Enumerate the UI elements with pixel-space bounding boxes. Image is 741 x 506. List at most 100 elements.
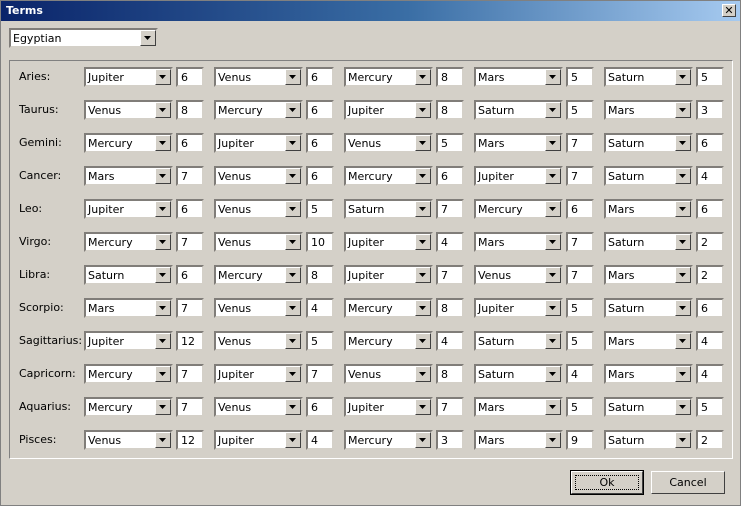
- chevron-down-icon[interactable]: [545, 399, 561, 415]
- chevron-down-icon[interactable]: [155, 267, 171, 283]
- planet-dropdown[interactable]: Jupiter: [214, 430, 303, 450]
- degrees-field[interactable]: 2: [696, 430, 724, 450]
- planet-dropdown[interactable]: Saturn: [604, 166, 693, 186]
- degrees-field[interactable]: 5: [696, 397, 724, 417]
- chevron-down-icon[interactable]: [155, 201, 171, 217]
- degrees-field[interactable]: 2: [696, 232, 724, 252]
- degrees-field[interactable]: 6: [176, 265, 204, 285]
- planet-dropdown[interactable]: Mercury: [344, 430, 433, 450]
- degrees-field[interactable]: 6: [566, 199, 594, 219]
- term-system-dropdown[interactable]: Egyptian: [9, 28, 158, 48]
- degrees-field[interactable]: 4: [436, 232, 464, 252]
- degrees-field[interactable]: 5: [436, 133, 464, 153]
- planet-dropdown[interactable]: Mars: [474, 397, 563, 417]
- degrees-field[interactable]: 7: [176, 298, 204, 318]
- planet-dropdown[interactable]: Mars: [604, 100, 693, 120]
- degrees-field[interactable]: 8: [436, 100, 464, 120]
- degrees-field[interactable]: 4: [306, 298, 334, 318]
- chevron-down-icon[interactable]: [415, 399, 431, 415]
- chevron-down-icon[interactable]: [140, 30, 156, 46]
- planet-dropdown[interactable]: Jupiter: [344, 100, 433, 120]
- planet-dropdown[interactable]: Mercury: [84, 364, 173, 384]
- planet-dropdown[interactable]: Jupiter: [214, 133, 303, 153]
- degrees-field[interactable]: 7: [566, 166, 594, 186]
- planet-dropdown[interactable]: Saturn: [474, 331, 563, 351]
- degrees-field[interactable]: 3: [696, 100, 724, 120]
- planet-dropdown[interactable]: Venus: [84, 430, 173, 450]
- degrees-field[interactable]: 7: [176, 166, 204, 186]
- chevron-down-icon[interactable]: [675, 366, 691, 382]
- degrees-field[interactable]: 8: [436, 67, 464, 87]
- degrees-field[interactable]: 2: [696, 265, 724, 285]
- degrees-field[interactable]: 7: [436, 199, 464, 219]
- chevron-down-icon[interactable]: [415, 69, 431, 85]
- planet-dropdown[interactable]: Venus: [214, 298, 303, 318]
- planet-dropdown[interactable]: Jupiter: [344, 397, 433, 417]
- degrees-field[interactable]: 5: [566, 67, 594, 87]
- chevron-down-icon[interactable]: [545, 432, 561, 448]
- chevron-down-icon[interactable]: [675, 300, 691, 316]
- degrees-field[interactable]: 7: [176, 232, 204, 252]
- planet-dropdown[interactable]: Saturn: [84, 265, 173, 285]
- chevron-down-icon[interactable]: [545, 267, 561, 283]
- degrees-field[interactable]: 4: [566, 364, 594, 384]
- chevron-down-icon[interactable]: [545, 201, 561, 217]
- planet-dropdown[interactable]: Jupiter: [84, 199, 173, 219]
- planet-dropdown[interactable]: Venus: [344, 364, 433, 384]
- degrees-field[interactable]: 7: [176, 364, 204, 384]
- degrees-field[interactable]: 5: [566, 397, 594, 417]
- degrees-field[interactable]: 6: [306, 166, 334, 186]
- planet-dropdown[interactable]: Mercury: [214, 100, 303, 120]
- chevron-down-icon[interactable]: [285, 201, 301, 217]
- degrees-field[interactable]: 5: [566, 100, 594, 120]
- chevron-down-icon[interactable]: [675, 333, 691, 349]
- chevron-down-icon[interactable]: [545, 168, 561, 184]
- degrees-field[interactable]: 6: [176, 133, 204, 153]
- degrees-field[interactable]: 5: [696, 67, 724, 87]
- chevron-down-icon[interactable]: [415, 300, 431, 316]
- degrees-field[interactable]: 6: [306, 133, 334, 153]
- degrees-field[interactable]: 6: [696, 298, 724, 318]
- planet-dropdown[interactable]: Venus: [214, 397, 303, 417]
- degrees-field[interactable]: 4: [696, 166, 724, 186]
- chevron-down-icon[interactable]: [545, 234, 561, 250]
- planet-dropdown[interactable]: Jupiter: [214, 364, 303, 384]
- chevron-down-icon[interactable]: [155, 69, 171, 85]
- planet-dropdown[interactable]: Venus: [214, 331, 303, 351]
- degrees-field[interactable]: 7: [436, 397, 464, 417]
- planet-dropdown[interactable]: Saturn: [604, 67, 693, 87]
- chevron-down-icon[interactable]: [545, 333, 561, 349]
- chevron-down-icon[interactable]: [415, 201, 431, 217]
- planet-dropdown[interactable]: Saturn: [604, 430, 693, 450]
- chevron-down-icon[interactable]: [415, 333, 431, 349]
- planet-dropdown[interactable]: Saturn: [604, 232, 693, 252]
- chevron-down-icon[interactable]: [155, 234, 171, 250]
- chevron-down-icon[interactable]: [155, 168, 171, 184]
- planet-dropdown[interactable]: Mercury: [474, 199, 563, 219]
- planet-dropdown[interactable]: Mars: [474, 232, 563, 252]
- planet-dropdown[interactable]: Mercury: [344, 298, 433, 318]
- planet-dropdown[interactable]: Venus: [214, 67, 303, 87]
- degrees-field[interactable]: 12: [176, 430, 204, 450]
- degrees-field[interactable]: 8: [176, 100, 204, 120]
- planet-dropdown[interactable]: Jupiter: [344, 265, 433, 285]
- planet-dropdown[interactable]: Jupiter: [344, 232, 433, 252]
- planet-dropdown[interactable]: Mars: [604, 364, 693, 384]
- degrees-field[interactable]: 7: [436, 265, 464, 285]
- chevron-down-icon[interactable]: [155, 102, 171, 118]
- degrees-field[interactable]: 4: [306, 430, 334, 450]
- planet-dropdown[interactable]: Jupiter: [84, 331, 173, 351]
- planet-dropdown[interactable]: Saturn: [604, 133, 693, 153]
- chevron-down-icon[interactable]: [545, 135, 561, 151]
- planet-dropdown[interactable]: Venus: [214, 199, 303, 219]
- degrees-field[interactable]: 4: [696, 331, 724, 351]
- degrees-field[interactable]: 5: [306, 331, 334, 351]
- chevron-down-icon[interactable]: [285, 234, 301, 250]
- degrees-field[interactable]: 6: [696, 199, 724, 219]
- degrees-field[interactable]: 12: [176, 331, 204, 351]
- ok-button[interactable]: Ok: [570, 470, 644, 495]
- degrees-field[interactable]: 4: [436, 331, 464, 351]
- degrees-field[interactable]: 7: [306, 364, 334, 384]
- chevron-down-icon[interactable]: [415, 234, 431, 250]
- planet-dropdown[interactable]: Saturn: [474, 100, 563, 120]
